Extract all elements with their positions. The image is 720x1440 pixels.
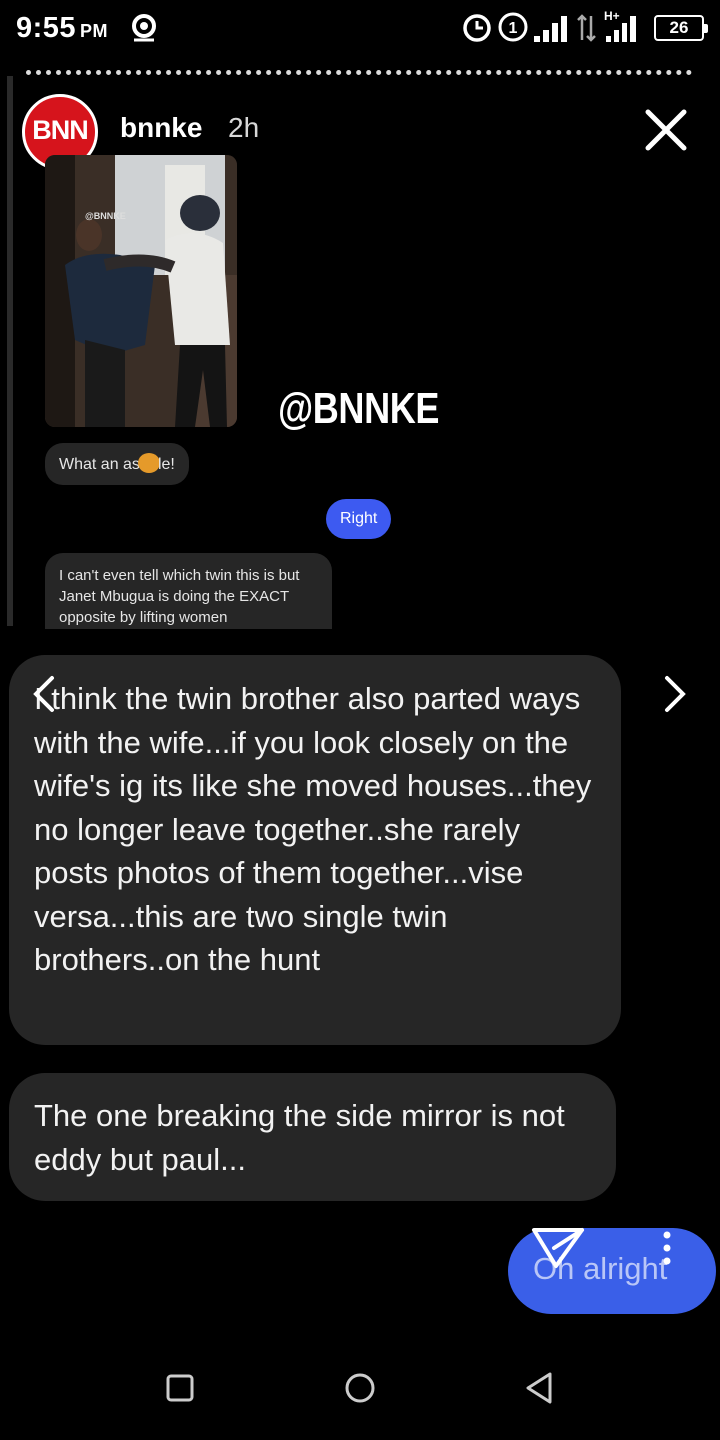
signal-icon [534,16,567,42]
story-username[interactable]: bnnke [120,112,202,144]
thumbnail-watermark: @BNNKE [85,211,126,221]
status-bar: 9:55 PM 1 H+ 26 [0,0,720,60]
send-icon[interactable] [530,1226,586,1272]
signal-hplus-icon: H+ [604,9,636,42]
embedded-reply-c: I can't even tell which twin this is but… [45,553,332,629]
status-time: 9:55 PM [16,12,109,44]
svg-text:H+: H+ [604,9,620,23]
story-time: 2h [228,112,260,143]
embedded-reply-a: What an as le! [45,443,189,485]
chevron-left-icon[interactable] [28,672,58,716]
video-thumbnail [45,155,237,427]
data-icon [577,14,596,42]
story-progress-bar [26,70,692,76]
sim-icon: 1 [498,12,528,42]
avatar-logo-text: BNN [32,115,89,145]
close-icon[interactable] [640,104,692,156]
video-thumbnail-image [45,155,237,427]
screenshot-edge [7,76,13,626]
recents-icon[interactable] [160,1368,200,1408]
home-icon[interactable] [340,1368,380,1408]
chevron-right-icon[interactable] [660,672,690,716]
battery-indicator: 26 [654,15,708,41]
alarm-icon [463,14,491,42]
story-watermark: @BNNKE [278,384,440,433]
back-icon[interactable] [520,1368,560,1408]
svg-text:1: 1 [509,20,518,37]
more-vertical-icon[interactable] [660,1230,674,1266]
location-icon [132,14,156,42]
embedded-reply-b: Right [326,499,392,539]
reply-bubble-second: The one breaking the side mirror is not … [9,1073,616,1201]
emoji-icon [137,453,160,473]
reply-bubble-main: I think the twin brother also parted way… [9,655,621,1045]
